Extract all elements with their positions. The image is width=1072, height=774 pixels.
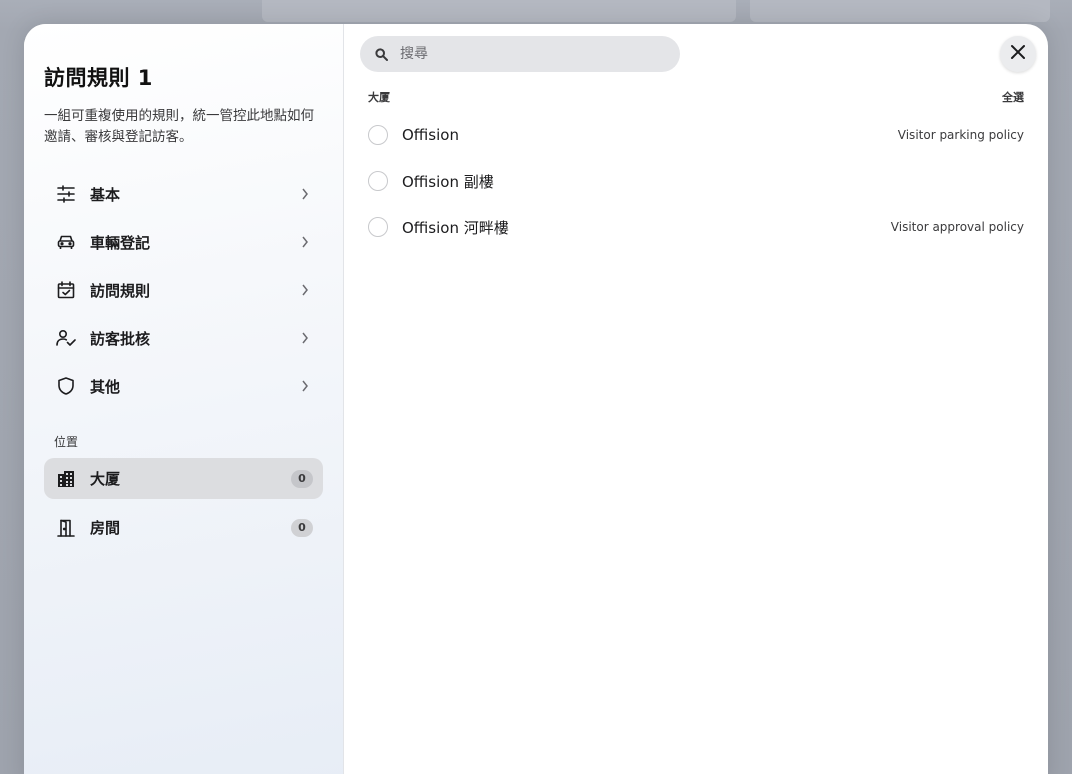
chevron-right-icon (299, 380, 311, 392)
sliders-icon (56, 184, 76, 204)
building-icon (56, 469, 76, 489)
chevron-right-icon (299, 236, 311, 248)
sidebar-item-visitor-approval[interactable]: 訪客批核 (44, 314, 323, 362)
location-item-label: 房間 (90, 519, 121, 537)
location-item-label: 大厦 (90, 470, 121, 488)
sidebar-item-label: 訪問規則 (90, 281, 151, 300)
select-all-button[interactable]: 全選 (1002, 89, 1024, 105)
sidebar-nav: 基本 車輛登記 訪問規則 訪客批核 其他 (44, 170, 323, 410)
section-label-location: 位置 (54, 435, 79, 449)
door-icon (56, 518, 76, 538)
policy-modal: 訪問規則 1 一組可重複使用的規則，統一管控此地點如何邀請、審核與登記訪客。 基… (24, 24, 1048, 774)
search-bar[interactable] (360, 36, 680, 72)
building-list: Offision Visitor parking policy Offision… (360, 112, 1024, 250)
count-badge: 0 (291, 518, 313, 537)
sidebar-item-basic[interactable]: 基本 (44, 170, 323, 218)
shield-icon (56, 376, 76, 396)
chevron-right-icon (299, 284, 311, 296)
sidebar: 訪問規則 1 一組可重複使用的規則，統一管控此地點如何邀請、審核與登記訪客。 基… (24, 24, 344, 774)
list-item[interactable]: Offision 副樓 (360, 158, 1024, 204)
close-button[interactable] (1000, 36, 1036, 72)
sidebar-item-vehicle[interactable]: 車輛登記 (44, 218, 323, 266)
building-name: Offision 副樓 (402, 172, 494, 191)
sidebar-item-visit-rules[interactable]: 訪問規則 (44, 266, 323, 314)
sidebar-item-label: 車輛登記 (90, 233, 151, 252)
sidebar-item-label: 訪客批核 (90, 329, 151, 348)
page-description: 一組可重複使用的規則，統一管控此地點如何邀請、審核與登記訪客。 (44, 108, 314, 145)
page-title: 訪問規則 1 (44, 66, 153, 90)
sidebar-item-label: 基本 (90, 185, 121, 204)
user-check-icon (56, 328, 76, 348)
radio-button[interactable] (368, 171, 388, 191)
list-header: 大厦 全選 (360, 88, 1024, 106)
sidebar-item-other[interactable]: 其他 (44, 362, 323, 410)
building-name: Offision (402, 126, 459, 144)
radio-button[interactable] (368, 125, 388, 145)
close-icon (1010, 44, 1026, 64)
list-item[interactable]: Offision Visitor parking policy (360, 112, 1024, 158)
backdrop-bar (750, 0, 1050, 22)
radio-button[interactable] (368, 217, 388, 237)
location-item-room[interactable]: 房間 0 (44, 507, 323, 548)
sidebar-item-label: 其他 (90, 377, 121, 396)
policy-label: Visitor approval policy (890, 220, 1024, 234)
chevron-right-icon (299, 188, 311, 200)
main-panel: 大厦 全選 Offision Visitor parking policy Of… (344, 24, 1048, 774)
list-header-title: 大厦 (368, 91, 390, 104)
count-badge: 0 (291, 469, 313, 488)
chevron-right-icon (299, 332, 311, 344)
search-icon (374, 47, 388, 61)
policy-label: Visitor parking policy (897, 128, 1024, 142)
backdrop-bar (262, 0, 736, 22)
car-icon (56, 232, 76, 252)
location-item-building[interactable]: 大厦 0 (44, 458, 323, 499)
search-input[interactable] (400, 46, 666, 62)
building-name: Offision 河畔樓 (402, 218, 509, 237)
calendar-check-icon (56, 280, 76, 300)
list-item[interactable]: Offision 河畔樓 Visitor approval policy (360, 204, 1024, 250)
